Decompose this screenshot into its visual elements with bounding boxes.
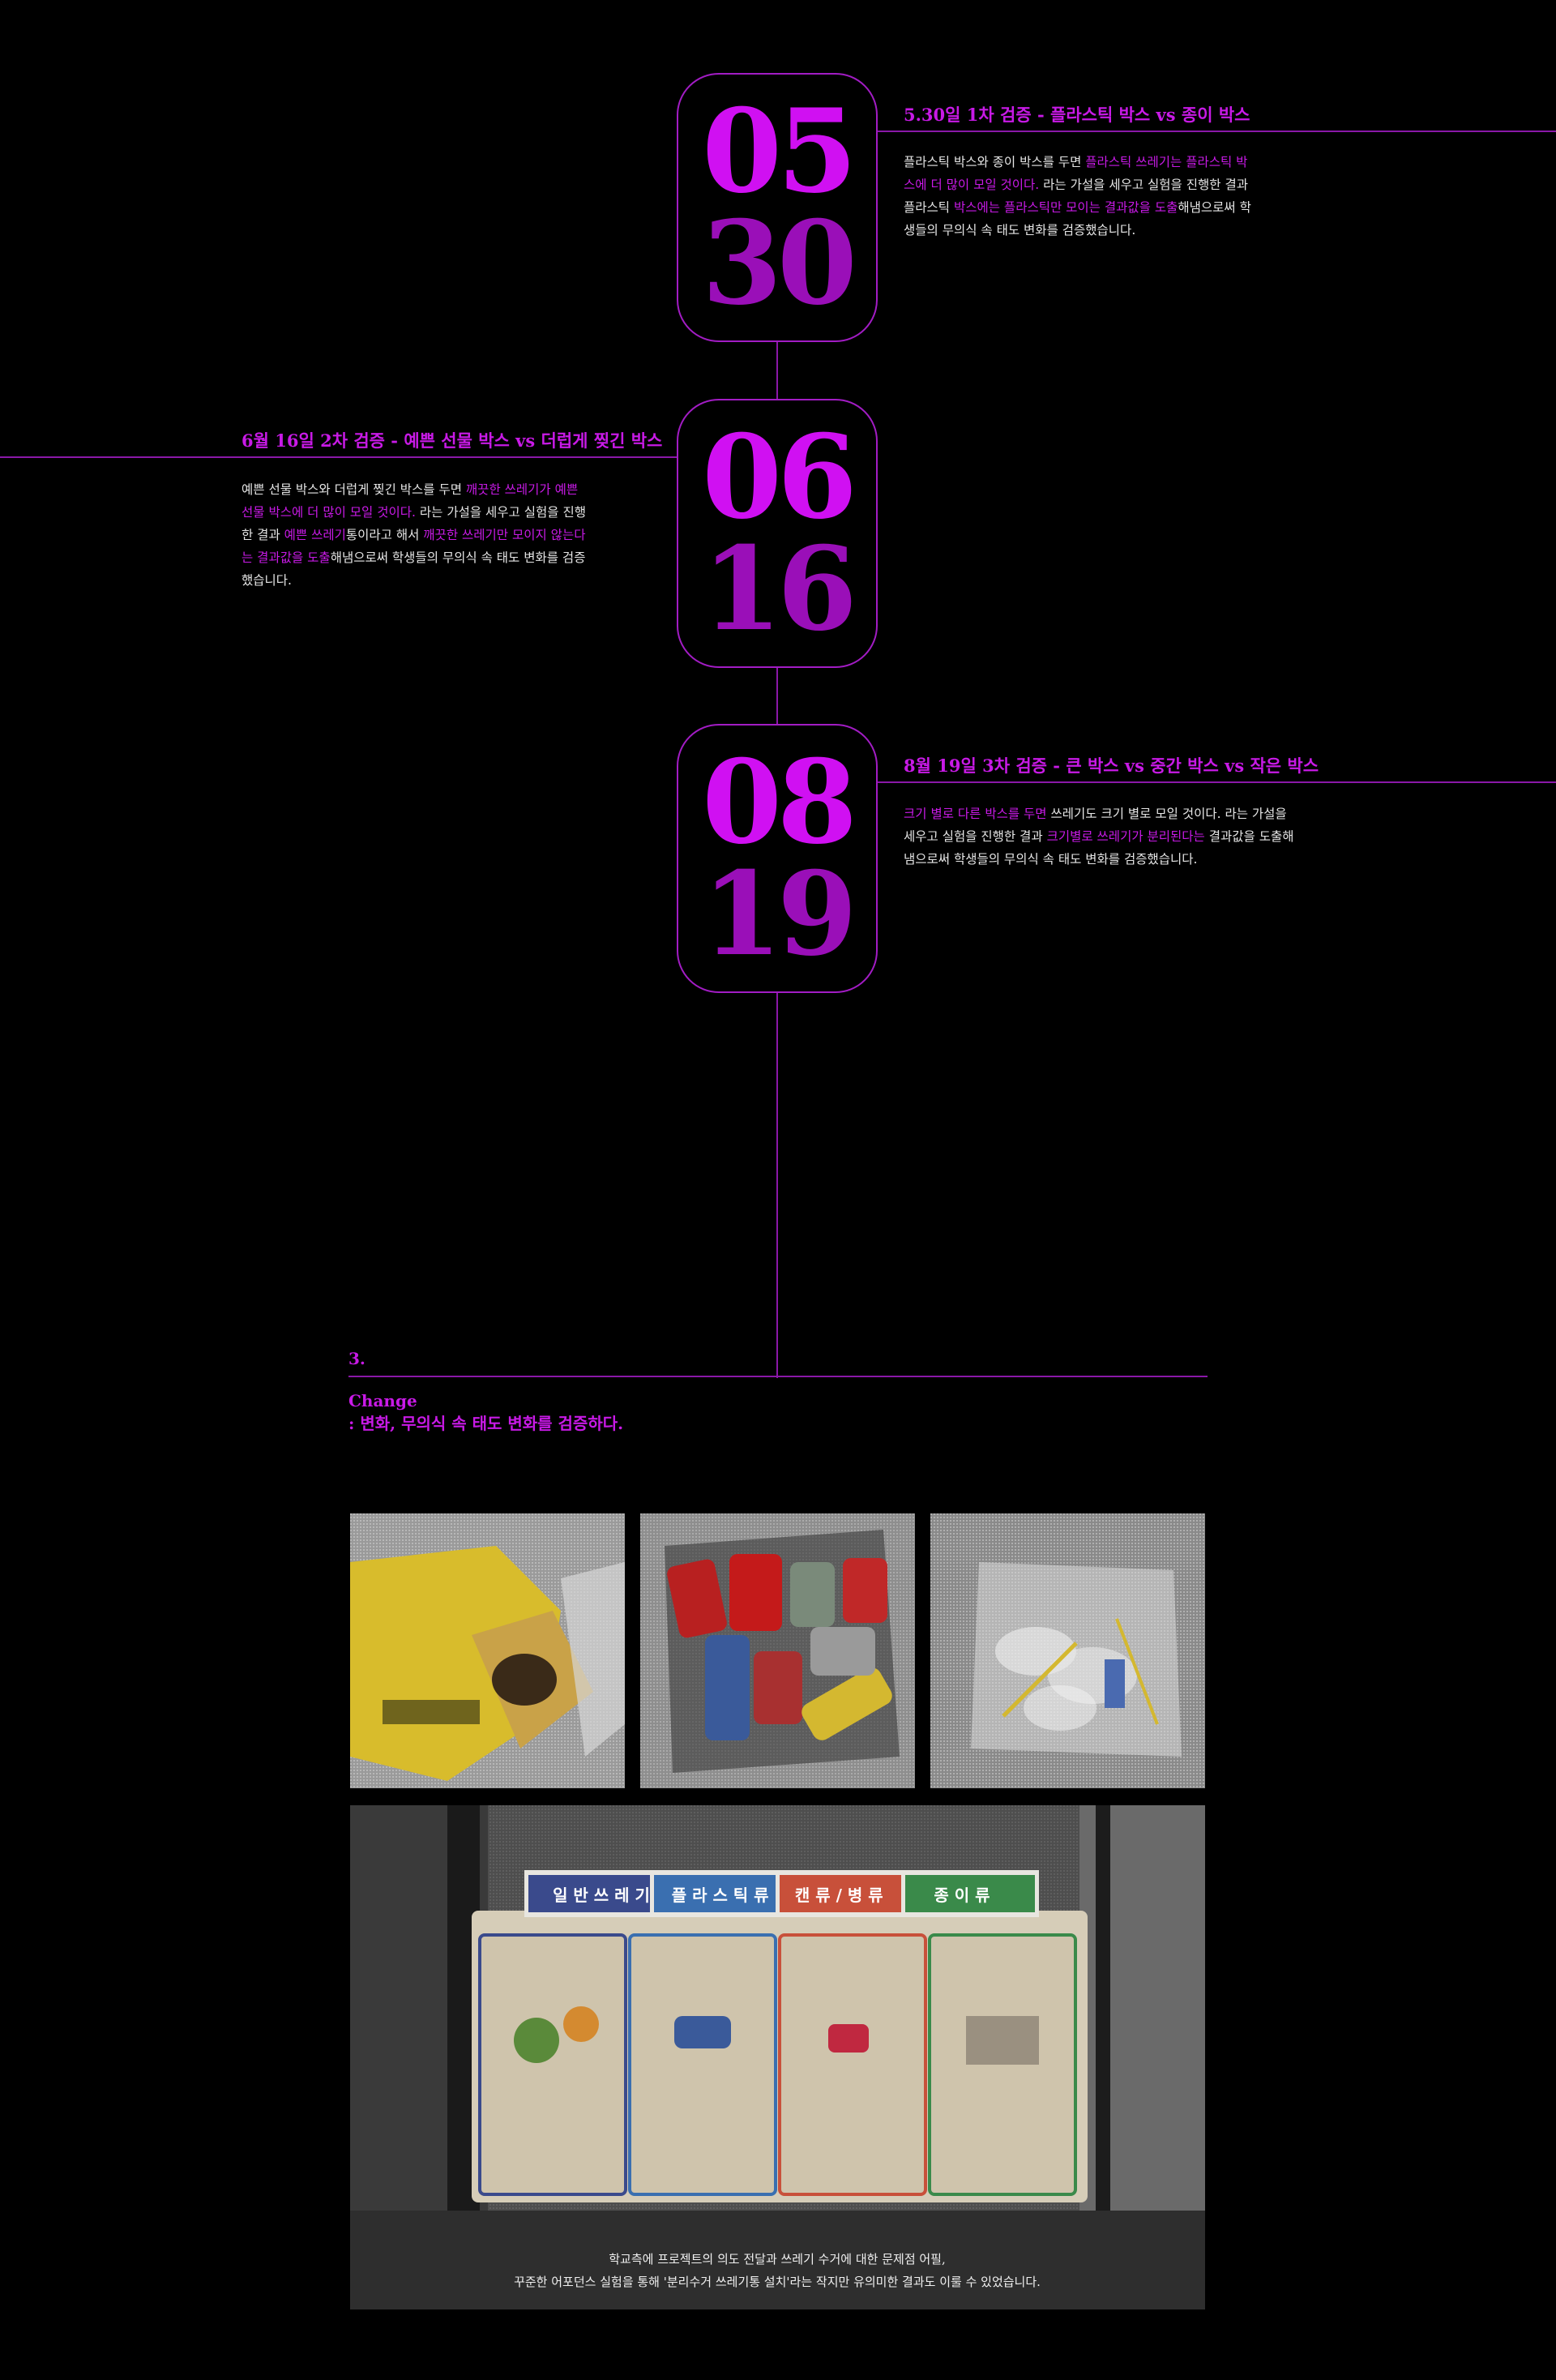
entry-title: 8월 19일 3차 검증 - 큰 박스 vs 중간 박스 vs 작은 박스 [904,756,1319,776]
photo-plastic-bag [930,1513,1205,1788]
bin-labels: 일 반 쓰 레 기 플 라 스 틱 류 캔 류 / 병 류 종 이 류 [545,1882,1023,1906]
entry-title: 6월 16일 2차 검증 - 예쁜 선물 박스 vs 더럽게 찢긴 박스 [242,430,663,451]
caption-line2: 꾸준한 어포던스 실험을 통해 '분리수거 쓰레기통 설치'라는 작지만 유의미… [514,2275,1041,2289]
date-box-0616: 06 16 [677,399,878,668]
body-text: 플라스틱 박스와 종이 박스를 두면 [904,155,1086,169]
photo-caption: 학교측에 프로젝트의 의도 전달과 쓰레기 수거에 대한 문제점 어필, 꾸준한… [350,2248,1204,2293]
highlight-text: 박스에는 플라스틱만 모이는 결과값을 도출 [953,200,1178,215]
photo-paper-bag [350,1513,625,1788]
entry-body: 예쁜 선물 박스와 더럽게 찢긴 박스를 두면 깨끗한 쓰레기가 예쁜 선물 박… [242,478,590,592]
bin-label-paper: 종 이 류 [934,1886,990,1905]
date-month: 08 [702,735,857,870]
section-number: 3. [348,1349,365,1368]
body-text: 통이라고 해서 [345,528,424,542]
section-title-line1: Change [348,1391,417,1410]
date-day: 19 [702,847,857,982]
date-day: 16 [702,522,857,657]
entry-rule [878,131,1556,132]
bin-label-cans: 캔 류 / 병 류 [794,1886,883,1905]
body-text: 예쁜 선물 박스와 더럽게 찢긴 박스를 두면 [242,482,466,497]
date-box-0819: 08 19 [677,724,878,993]
date-month: 06 [702,410,857,545]
caption-line1: 학교측에 프로젝트의 의도 전달과 쓰레기 수거에 대한 문제점 어필, [609,2252,946,2267]
bin-label-plastic: 플 라 스 틱 류 [671,1886,769,1905]
photo-recycle-bins: 일 반 쓰 레 기 플 라 스 틱 류 캔 류 / 병 류 종 이 류 학교측에… [350,1805,1205,2309]
entry-rule [878,781,1556,783]
entry-rule [0,456,677,458]
bin-label-general: 일 반 쓰 레 기 [553,1886,650,1905]
highlight-text: 크기별로 쓰레기가 분리된다는 [1046,829,1205,844]
entry-title: 5.30일 1차 검증 - 플라스틱 박스 vs 종이 박스 [904,105,1250,125]
date-month: 05 [702,84,857,219]
highlight-text: 크기 별로 다른 박스를 두면 [904,807,1047,821]
section-title-line2: : 변화, 무의식 속 태도 변화를 검증하다. [348,1414,624,1433]
date-day: 30 [702,196,857,331]
entry-body: 플라스틱 박스와 종이 박스를 두면 플라스틱 쓰레기는 플라스틱 박스에 더 … [904,151,1252,242]
date-box-0530: 05 30 [677,73,878,342]
section-rule [348,1376,1208,1377]
photo-cans-bag [640,1513,915,1788]
highlight-text: 예쁜 쓰레기 [284,528,346,542]
entry-body: 크기 별로 다른 박스를 두면 쓰레기도 크기 별로 모일 것이다. 라는 가설… [904,803,1301,871]
